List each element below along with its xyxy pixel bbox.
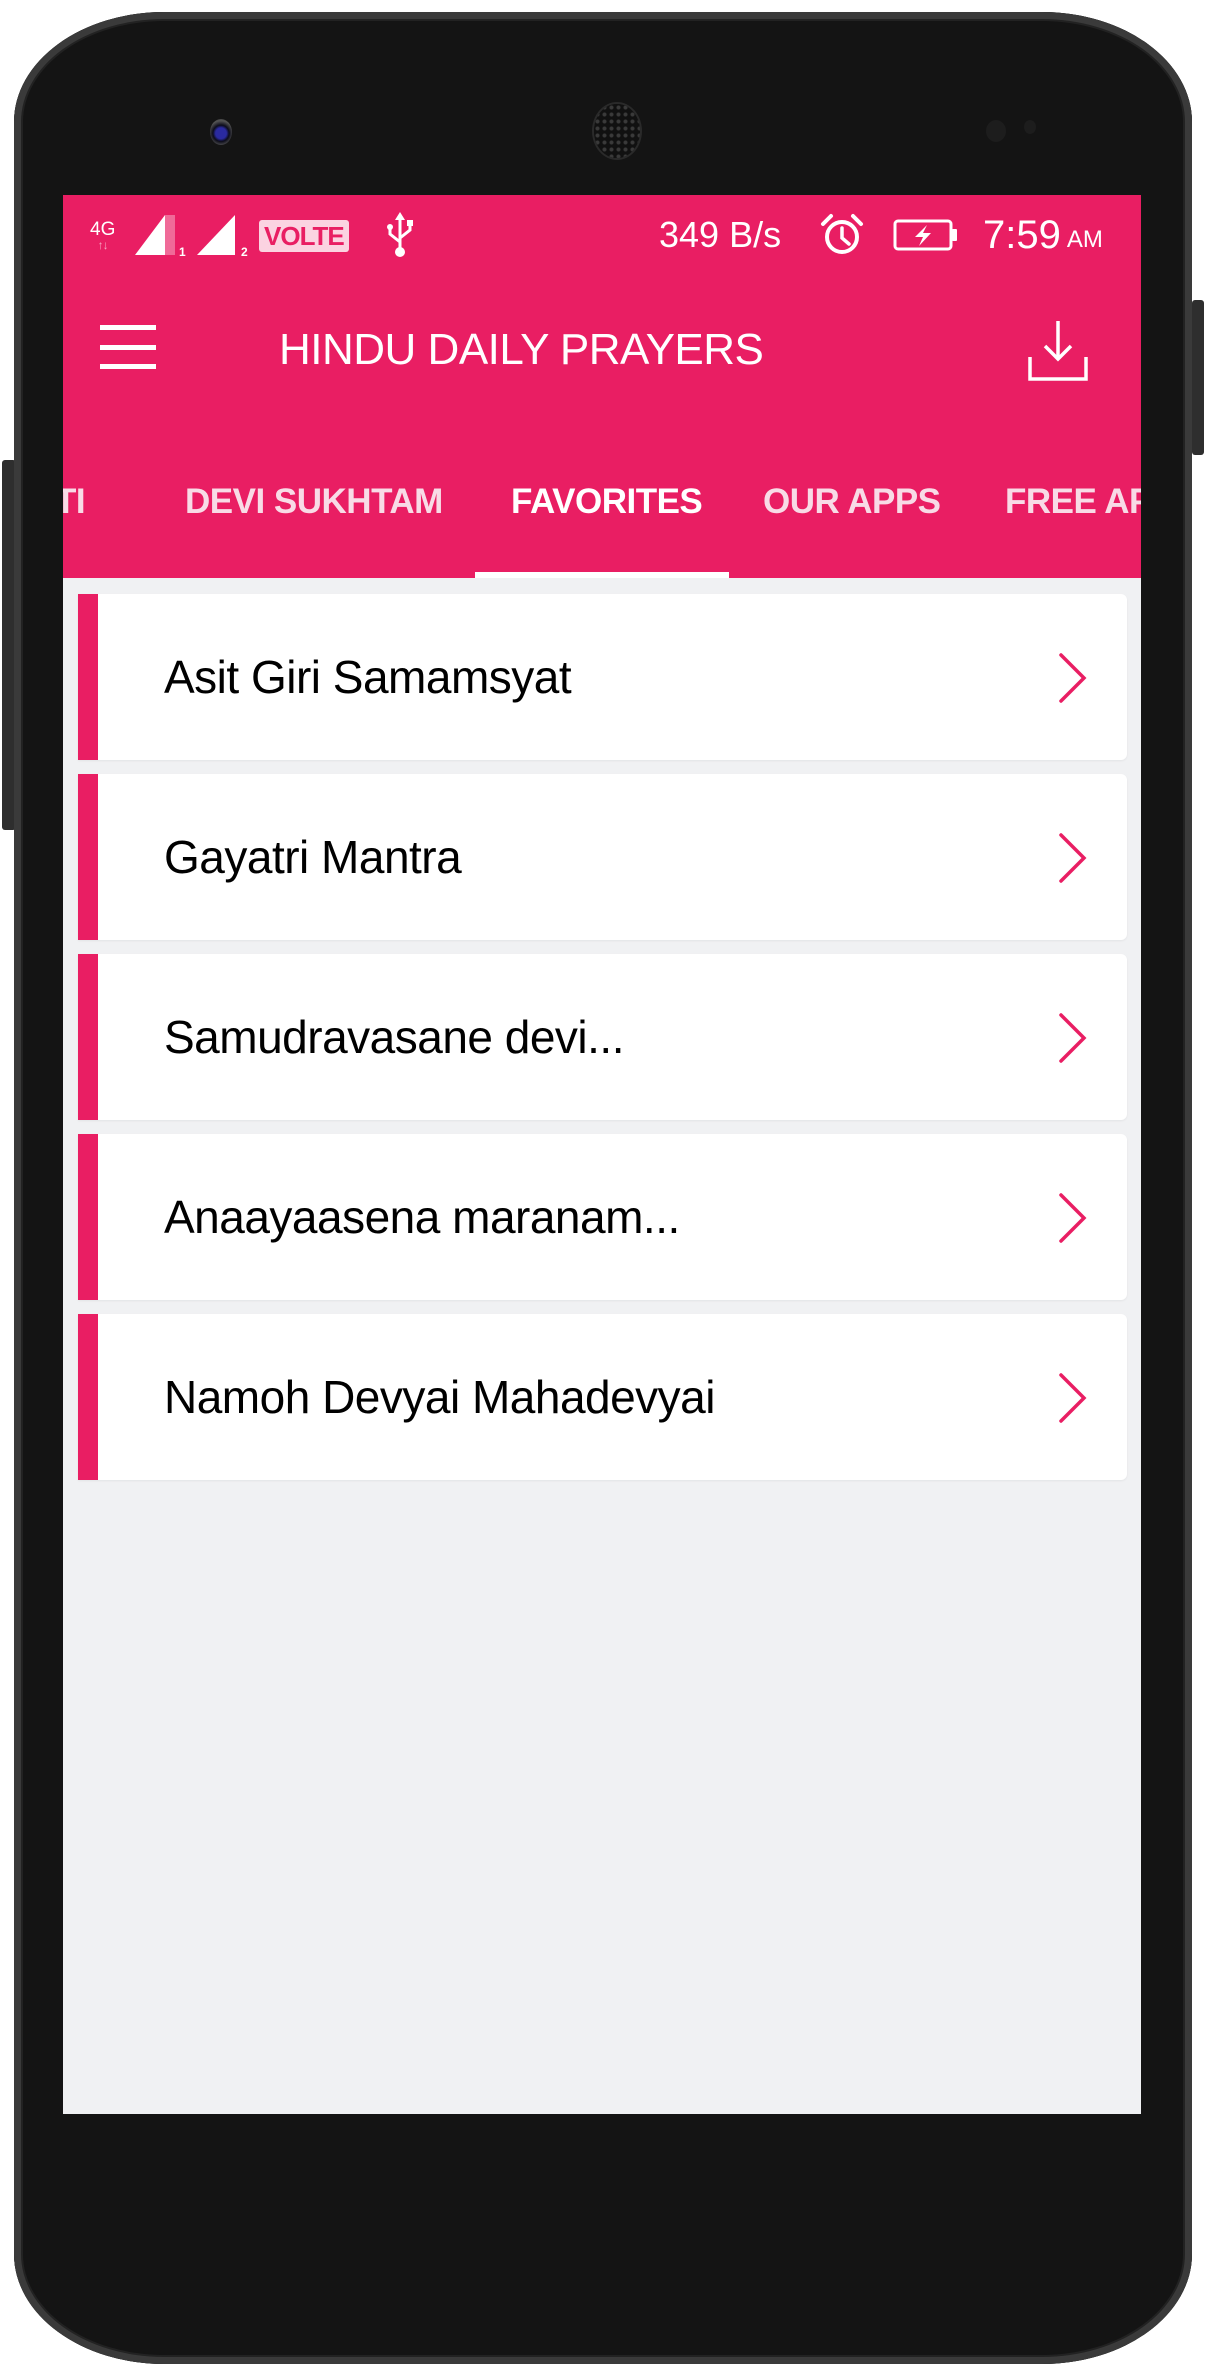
signal-sim1-icon	[135, 215, 175, 255]
sim1-label: 1	[179, 245, 186, 259]
list-item-title: Gayatri Mantra	[164, 831, 462, 883]
chevron-right-icon	[1059, 653, 1087, 703]
chevron-right-icon	[1059, 1013, 1087, 1063]
chevron-right-icon	[1059, 1373, 1087, 1423]
tab-our-apps[interactable]: OUR APPS	[763, 425, 941, 578]
clock: 7:59 AM	[983, 195, 1103, 275]
alarm-icon	[819, 195, 865, 275]
list-item-title: Asit Giri Samamsyat	[164, 651, 572, 703]
network-type: 4G	[90, 218, 116, 240]
list-item[interactable]: Anaayaasena maranam...	[78, 1134, 1127, 1300]
list-item-title: Anaayaasena maranam...	[164, 1191, 680, 1243]
clock-time: 7:59	[983, 212, 1061, 257]
app-toolbar: HINDU DAILY PRAYERS	[63, 275, 1141, 425]
chevron-right-icon	[1059, 1193, 1087, 1243]
sim2-label: 2	[241, 245, 248, 259]
light-sensor	[1024, 120, 1036, 134]
active-tab-indicator	[475, 572, 729, 578]
favorites-list: Asit Giri Samamsyat Gayatri Mantra Samud…	[78, 594, 1127, 1494]
download-icon[interactable]	[1023, 315, 1093, 385]
tab-partial-left[interactable]: TI	[63, 425, 86, 578]
tab-favorites[interactable]: FAVORITES	[511, 425, 703, 578]
list-item[interactable]: Samudravasane devi...	[78, 954, 1127, 1120]
battery-charging-icon	[893, 195, 959, 275]
network-speed: 349 B/s	[659, 214, 782, 255]
list-item-accent	[78, 774, 98, 940]
tab-bar: TI DEVI SUKHTAM FAVORITES OUR APPS FREE …	[63, 425, 1141, 578]
signal-sim2-icon	[197, 215, 235, 255]
list-item-accent	[78, 954, 98, 1120]
clock-ampm: AM	[1066, 226, 1103, 253]
data-arrows-icon: ↑↓	[97, 237, 109, 252]
list-item-accent	[78, 594, 98, 760]
app-screen: 4G ↑↓ 1 2 VOLTE 349 B/s 7:59 AM HINDU DA…	[63, 195, 1141, 2114]
earpiece-speaker	[594, 104, 640, 158]
list-item-title: Samudravasane devi...	[164, 1011, 625, 1063]
tab-devi-sukhtam[interactable]: DEVI SUKHTAM	[185, 425, 443, 578]
list-item-accent	[78, 1134, 98, 1300]
list-item[interactable]: Asit Giri Samamsyat	[78, 594, 1127, 760]
volte-badge: VOLTE	[259, 220, 349, 252]
list-item[interactable]: Namoh Devyai Mahadevyai	[78, 1314, 1127, 1480]
app-title: HINDU DAILY PRAYERS	[279, 325, 764, 374]
front-camera	[210, 119, 232, 145]
chevron-right-icon	[1059, 833, 1087, 883]
tab-free-apps[interactable]: FREE AP	[1005, 425, 1141, 578]
list-item[interactable]: Gayatri Mantra	[78, 774, 1127, 940]
list-item-title: Namoh Devyai Mahadevyai	[164, 1371, 716, 1423]
proximity-sensor	[986, 120, 1006, 142]
list-item-accent	[78, 1314, 98, 1480]
power-button	[1192, 300, 1204, 455]
status-bar: 4G ↑↓ 1 2 VOLTE 349 B/s 7:59 AM	[63, 195, 1141, 275]
4g-data-icon: 4G ↑↓	[90, 195, 115, 275]
hamburger-menu-icon[interactable]	[100, 325, 156, 369]
usb-icon	[385, 195, 415, 275]
